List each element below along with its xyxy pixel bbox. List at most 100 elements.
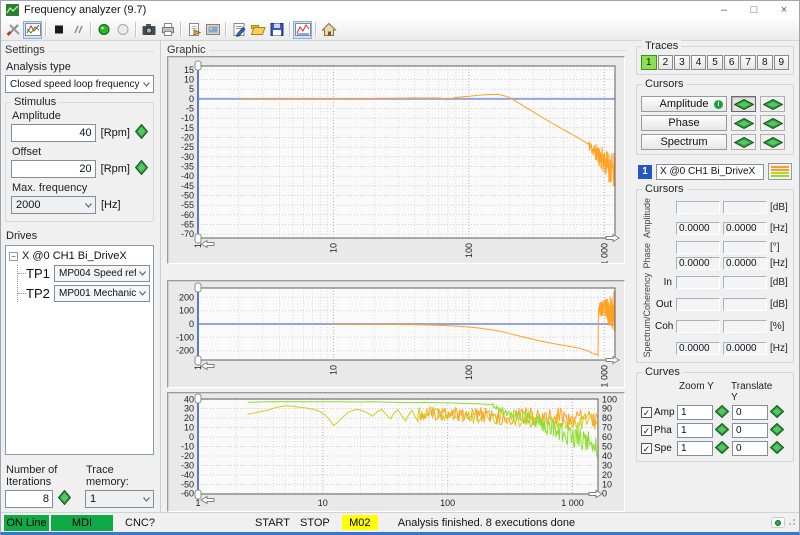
stop-status: STOP xyxy=(300,517,330,529)
close-button[interactable]: × xyxy=(769,1,799,19)
svg-text:100: 100 xyxy=(464,243,474,258)
spe-checkbox[interactable]: ✓ xyxy=(641,443,652,454)
drive-node[interactable]: − X @0 CH1 Bi_DriveX xyxy=(9,250,150,262)
disable-icon[interactable] xyxy=(68,21,87,39)
svg-text:30: 30 xyxy=(184,404,194,414)
minimize-button[interactable]: – xyxy=(709,1,739,19)
tools-icon[interactable] xyxy=(4,21,23,39)
amplitude-cursor-right-button[interactable] xyxy=(760,96,785,112)
out-label: Out xyxy=(655,299,673,310)
svg-text:-200: -200 xyxy=(176,346,194,356)
graphic-panel: Graphic 151050-5-10-15-20-25-30-35-40-45… xyxy=(161,41,633,512)
svg-text:-25: -25 xyxy=(181,142,194,152)
amp-translate-apply-icon[interactable] xyxy=(770,405,785,421)
orange-stripe xyxy=(771,169,789,171)
spectrum-cursor-button[interactable]: Spectrum xyxy=(641,134,727,150)
analysis-type-select[interactable]: Closed speed loop frequency analysis xyxy=(5,75,154,93)
tp1-label: TP1 xyxy=(26,266,54,281)
home-icon[interactable] xyxy=(319,21,338,39)
open-file-icon[interactable] xyxy=(248,21,267,39)
spe-zoom-apply-icon[interactable] xyxy=(715,441,730,457)
system-properties-icon[interactable] xyxy=(203,21,222,39)
tp2-row: TP2 MP001 Mechanical motor sp xyxy=(18,285,150,302)
toolbar-separator xyxy=(135,22,136,37)
trace-button-2[interactable]: 2 xyxy=(658,55,674,70)
trace-button-9[interactable]: 9 xyxy=(774,55,790,70)
toolbar-separator xyxy=(180,22,181,37)
phase-cursor-button[interactable]: Phase xyxy=(641,115,727,131)
tree-collapse-icon[interactable]: − xyxy=(9,252,18,261)
frequency-analysis-icon[interactable] xyxy=(23,21,42,39)
stimulus-caption: Stimulus xyxy=(11,96,59,108)
camera-icon[interactable] xyxy=(139,21,158,39)
phase-chart[interactable]: 2001000-100-2001101001 000 xyxy=(167,280,625,388)
led-off-icon[interactable] xyxy=(113,21,132,39)
svg-text:50: 50 xyxy=(602,442,612,452)
report-icon[interactable] xyxy=(229,21,248,39)
spe-out-value-2 xyxy=(723,298,767,311)
iterations-valid-indicator-icon xyxy=(58,490,71,508)
trace-colors-button[interactable] xyxy=(768,163,792,180)
export-document-icon[interactable] xyxy=(184,21,203,39)
spectrum-cursor-left-button[interactable] xyxy=(731,134,756,150)
amplitude-cursor-button[interactable]: Amplitude i xyxy=(641,96,727,112)
save-file-icon[interactable] xyxy=(267,21,286,39)
green-stripe xyxy=(771,175,789,177)
trace-button-5[interactable]: 5 xyxy=(707,55,723,70)
amp-translate-input[interactable]: 0 xyxy=(732,405,768,420)
max-frequency-select[interactable]: 2000 xyxy=(11,196,96,214)
amplitude-chart[interactable]: 151050-5-10-15-20-25-30-35-40-45-50-55-6… xyxy=(167,56,625,264)
trace-name-field[interactable]: X @0 CH1 Bi_DriveX xyxy=(656,164,764,180)
svg-text:100: 100 xyxy=(179,306,194,316)
amplitude-cursor-left-button[interactable] xyxy=(731,96,756,112)
svg-text:10: 10 xyxy=(328,243,338,253)
pha-checkbox[interactable]: ✓ xyxy=(641,425,652,436)
show-graph-icon[interactable] xyxy=(293,21,312,39)
amp-zoom-input[interactable]: 1 xyxy=(677,405,713,420)
curves-caption: Curves xyxy=(642,366,683,378)
svg-text:1 000: 1 000 xyxy=(599,365,609,387)
analysis-type-label: Analysis type xyxy=(6,61,154,73)
offset-input[interactable]: 20 xyxy=(11,160,96,178)
amp-zoom-apply-icon[interactable] xyxy=(715,405,730,421)
iterations-row: Number of Iterations 8 Trace memory: 1 xyxy=(5,460,154,508)
led-on-icon[interactable] xyxy=(94,21,113,39)
pha-zoom-apply-icon[interactable] xyxy=(715,423,730,439)
tree-connector xyxy=(18,293,26,294)
iterations-input[interactable]: 8 xyxy=(5,490,53,508)
trace-button-8[interactable]: 8 xyxy=(757,55,773,70)
spectrum-cursor-right-button[interactable] xyxy=(760,134,785,150)
svg-text:-10: -10 xyxy=(181,113,194,123)
trace-button-7[interactable]: 7 xyxy=(740,55,756,70)
trace-button-1[interactable]: 1 xyxy=(641,55,657,70)
phase-cursor-right-button[interactable] xyxy=(760,115,785,131)
tp1-select[interactable]: MP004 Speed reference xyxy=(54,265,150,282)
svg-text:-10: -10 xyxy=(181,442,194,452)
pha-translate-input[interactable]: 0 xyxy=(732,423,768,438)
printer-icon[interactable] xyxy=(158,21,177,39)
amp-hz-value-1: 0.0000 xyxy=(676,222,720,235)
pha-translate-apply-icon[interactable] xyxy=(770,423,785,439)
trace-memory-label: Trace memory: xyxy=(86,464,154,488)
cnc-status: CNC? xyxy=(125,517,155,529)
tp2-select[interactable]: MP001 Mechanical motor sp xyxy=(54,285,150,302)
amp-checkbox[interactable]: ✓ xyxy=(641,407,652,418)
closed-loop-phase-plot: 2001000-100-2001101001 000 xyxy=(168,281,624,387)
maximize-button[interactable]: □ xyxy=(739,1,769,19)
pha-zoom-input[interactable]: 1 xyxy=(677,423,713,438)
phase-cursor-left-button[interactable] xyxy=(731,115,756,131)
trace-button-3[interactable]: 3 xyxy=(674,55,690,70)
spe-in-value-1 xyxy=(676,276,720,289)
trace-button-6[interactable]: 6 xyxy=(724,55,740,70)
spe-translate-input[interactable]: 0 xyxy=(732,441,768,456)
spe-zoom-input[interactable]: 1 xyxy=(677,441,713,456)
zoom-y-header: Zoom Y xyxy=(679,381,729,403)
spectrum-coherence-chart[interactable]: 403020100-10-20-30-40-50-601009080706050… xyxy=(167,392,625,512)
trace-memory-select[interactable]: 1 xyxy=(85,490,154,508)
spe-translate-apply-icon[interactable] xyxy=(770,441,785,457)
trace-button-4[interactable]: 4 xyxy=(691,55,707,70)
amp-curve-row: ✓Amp 1 0 xyxy=(641,405,789,421)
traces-group: Traces 1 2 3 4 5 6 7 8 9 xyxy=(636,46,794,75)
amplitude-input[interactable]: 40 xyxy=(11,124,96,142)
stop-icon[interactable] xyxy=(49,21,68,39)
